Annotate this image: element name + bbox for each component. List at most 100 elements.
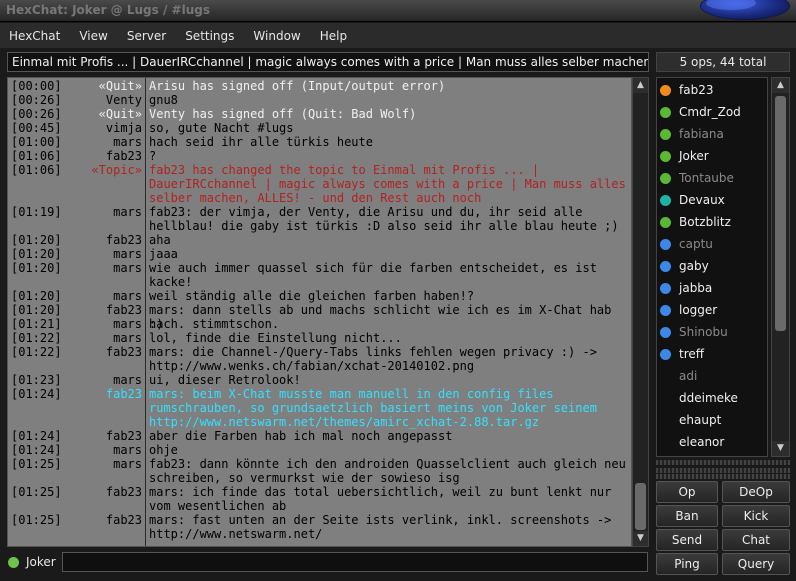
user-list-item[interactable]: ehaupt [657, 409, 767, 431]
chat-line: [01:00] mars hach seid ihr alle türkis heu… [8, 135, 631, 149]
user-list-item[interactable]: Shinobu [657, 321, 767, 343]
ping-button[interactable]: Ping [656, 553, 718, 575]
message-nick[interactable]: fab23 [52, 387, 142, 401]
user-status-icon [660, 106, 671, 118]
user-list-item[interactable]: jabba [657, 277, 767, 299]
chat-button[interactable]: Chat [722, 529, 790, 551]
message-nick[interactable]: vimja [52, 121, 142, 135]
chat-scrollbar[interactable]: ▲ ▼ [632, 77, 649, 547]
menu-bar: HexChat View Server Settings Window Help [0, 23, 796, 48]
user-list-item[interactable]: treff [657, 343, 767, 365]
message-nick[interactable]: mars [52, 135, 142, 149]
message-nick[interactable]: fab23 [52, 303, 142, 317]
deop-button[interactable]: DeOp [722, 481, 790, 503]
chat-scroll-thumb[interactable] [635, 483, 646, 530]
user-list-item[interactable]: adi [657, 365, 767, 387]
user-list-item[interactable]: logger [657, 299, 767, 321]
query-button[interactable]: Query [722, 553, 790, 575]
message-text: mars: fast unten an der Seite ists verli… [149, 513, 612, 541]
chat-line: [01:20] mars weil ständig alle die gleiche… [8, 289, 631, 303]
scroll-up-icon[interactable]: ▲ [772, 78, 789, 93]
message-nick[interactable]: «Topic» [52, 163, 142, 177]
user-status-icon [660, 172, 671, 184]
message-nick[interactable]: mars [52, 261, 142, 275]
userlist-scrollbar[interactable]: ▲ ▼ [771, 77, 790, 457]
menu-server[interactable]: Server [124, 29, 169, 43]
topic-field[interactable]: Einmal mit Profis ... | DauerIRCchannel … [7, 52, 649, 72]
message-nick[interactable]: mars [52, 373, 142, 387]
user-list-item[interactable]: Botzblitz [657, 211, 767, 233]
chat-line: [01:25] mars fab23: dann könnte ich den an… [8, 457, 631, 485]
title-bar: HexChat: Joker @ Lugs / #lugs [0, 0, 796, 22]
chat-line: [01:19] mars fab23: der vimja, der Venty, … [8, 205, 631, 233]
message-nick[interactable]: Venty [52, 93, 142, 107]
user-list-item[interactable]: ddeimeke [657, 387, 767, 409]
menu-hexchat[interactable]: HexChat [6, 29, 63, 43]
window-title: HexChat: Joker @ Lugs / #lugs [6, 3, 210, 17]
message-nick[interactable]: fab23 [52, 345, 142, 359]
pane-divider[interactable] [656, 474, 790, 479]
user-name: adi [679, 369, 698, 383]
message-nick[interactable]: fab23 [52, 429, 142, 443]
message-nick[interactable]: mars [52, 317, 142, 331]
message-nick[interactable]: mars [52, 457, 142, 471]
menu-help[interactable]: Help [317, 29, 350, 43]
kick-button[interactable]: Kick [722, 505, 790, 527]
pane-divider[interactable] [656, 460, 790, 465]
user-name: fab23 [679, 83, 714, 97]
scroll-up-icon[interactable]: ▲ [633, 78, 648, 93]
chat-area[interactable]: [00:00] «Quit» Arisu has signed off (Input… [7, 77, 632, 547]
user-list-item[interactable]: fabiana [657, 123, 767, 145]
user-name: ehaupt [679, 413, 722, 427]
message-nick[interactable]: mars [52, 443, 142, 457]
chat-line: [01:20] mars wie auch immer quassel sich f… [8, 261, 631, 289]
user-status-icon [660, 150, 671, 162]
menu-settings[interactable]: Settings [182, 29, 237, 43]
user-list[interactable]: fab23 Cmdr_Zod fabiana Joker Tontaube Devaux B… [656, 77, 768, 457]
scroll-down-icon[interactable]: ▼ [633, 531, 648, 546]
chat-line: [01:23] mars ui, dieser Retrolook! [8, 373, 631, 387]
user-status-icon [660, 393, 671, 404]
user-list-item[interactable]: Tontaube [657, 167, 767, 189]
message-text: gnu8 [149, 93, 178, 107]
message-text: Arisu has signed off (Input/output error… [149, 79, 446, 93]
message-nick[interactable]: «Quit» [52, 107, 142, 121]
message-nick[interactable]: fab23 [52, 149, 142, 163]
user-list-item[interactable]: Devaux [657, 189, 767, 211]
ban-button[interactable]: Ban [656, 505, 718, 527]
userlist-scroll-thumb[interactable] [775, 96, 786, 331]
message-nick[interactable]: fab23 [52, 485, 142, 499]
user-list-item[interactable]: gaby [657, 255, 767, 277]
message-nick[interactable]: mars [52, 205, 142, 219]
user-status-icon [660, 216, 671, 228]
user-status-icon [660, 437, 671, 448]
send-button[interactable]: Send [656, 529, 718, 551]
scroll-down-icon[interactable]: ▼ [772, 441, 789, 456]
nick-button[interactable]: Joker [26, 555, 56, 569]
user-status-icon [660, 128, 671, 140]
message-nick[interactable]: mars [52, 247, 142, 261]
message-nick[interactable]: mars [52, 289, 142, 303]
message-input[interactable] [62, 552, 648, 572]
user-name: treff [679, 347, 705, 361]
user-status-icon [660, 348, 671, 360]
message-nick[interactable]: mars [52, 331, 142, 345]
user-list-item[interactable]: Cmdr_Zod [657, 101, 767, 123]
user-status-icon [660, 194, 671, 206]
user-list-item[interactable]: Joker [657, 145, 767, 167]
message-text: jaaa [149, 247, 178, 261]
user-list-item[interactable]: eleanor [657, 431, 767, 453]
user-name: jabba [679, 281, 713, 295]
user-name: Devaux [679, 193, 725, 207]
message-nick[interactable]: fab23 [52, 233, 142, 247]
menu-window[interactable]: Window [250, 29, 303, 43]
user-list-item[interactable]: captu [657, 233, 767, 255]
message-nick[interactable]: fab23 [52, 513, 142, 527]
message-text: fab23: der vimja, der Venty, die Arisu u… [149, 205, 619, 233]
op-button[interactable]: Op [656, 481, 718, 503]
user-list-item[interactable]: fab23 [657, 79, 767, 101]
menu-view[interactable]: View [76, 29, 110, 43]
message-text: aber die Farben hab ich mal noch angepas… [149, 429, 453, 443]
pane-divider[interactable] [656, 468, 790, 473]
message-nick[interactable]: «Quit» [52, 79, 142, 93]
